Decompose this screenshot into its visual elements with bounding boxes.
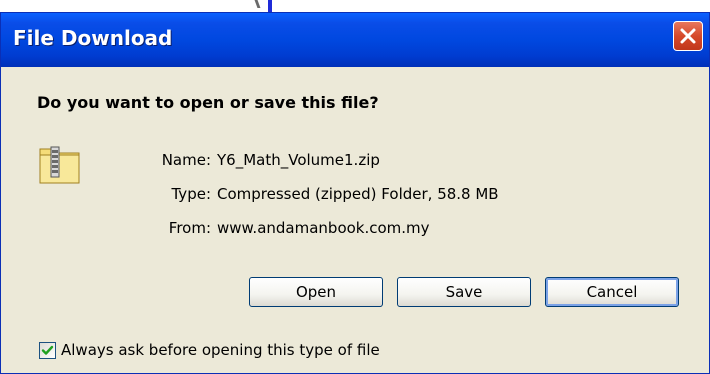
from-label: From: xyxy=(168,219,211,237)
file-source-row: From: www.andamanbook.com.my xyxy=(147,219,430,237)
name-label: Name: xyxy=(161,151,211,169)
close-icon xyxy=(680,28,696,44)
file-type-value: Compressed (zipped) Folder, 58.8 MB xyxy=(217,185,499,203)
always-ask-checkbox[interactable] xyxy=(39,342,56,359)
title-bar[interactable]: File Download xyxy=(1,13,709,67)
open-button[interactable]: Open xyxy=(249,277,383,307)
file-source-value: www.andamanbook.com.my xyxy=(217,219,430,237)
file-type-row: Type: Compressed (zipped) Folder, 58.8 MB xyxy=(147,185,499,203)
dialog-question: Do you want to open or save this file? xyxy=(37,93,379,112)
always-ask-label[interactable]: Always ask before opening this type of f… xyxy=(61,341,380,359)
cancel-button[interactable]: Cancel xyxy=(545,277,679,307)
type-label: Type: xyxy=(171,185,211,203)
checkmark-icon xyxy=(41,345,54,355)
file-name-value: Y6_Math_Volume1.zip xyxy=(217,151,380,169)
dialog-title: File Download xyxy=(13,26,173,50)
zip-folder-icon xyxy=(37,141,83,191)
close-button[interactable] xyxy=(673,21,703,51)
file-download-dialog: File Download Do you want to open or sav… xyxy=(0,12,710,374)
save-button[interactable]: Save xyxy=(397,277,531,307)
file-name-row: Name: Y6_Math_Volume1.zip xyxy=(147,151,380,169)
